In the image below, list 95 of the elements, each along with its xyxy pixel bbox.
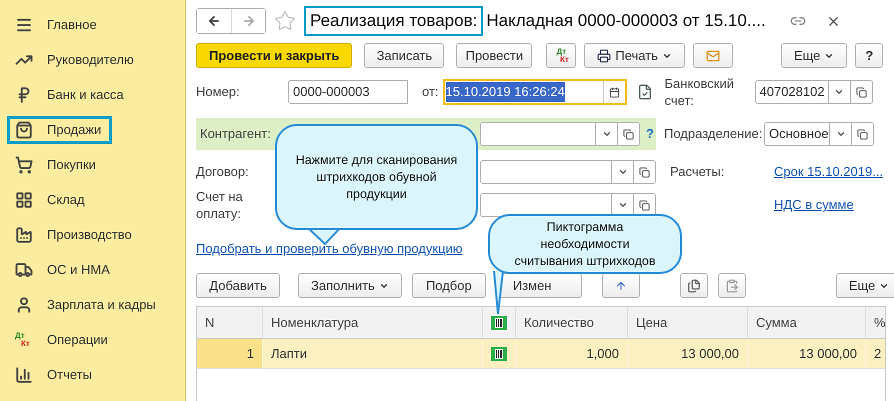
open-icon — [639, 200, 650, 210]
email-button[interactable] — [692, 43, 733, 68]
settlements-link[interactable]: Срок 15.10.2019... — [774, 162, 884, 182]
barcode-icon — [491, 316, 507, 330]
sidebar-item[interactable]: Отчеты — [7, 360, 103, 388]
back-icon — [207, 14, 221, 28]
field-label: Счет на оплату: — [196, 188, 244, 222]
forward-icon — [242, 14, 256, 28]
post-button[interactable]: Провести — [456, 43, 532, 68]
table-cell: Лапти — [263, 339, 483, 368]
copy-button[interactable] — [680, 273, 708, 298]
save-button[interactable]: Записать — [364, 43, 444, 68]
sidebar-item[interactable]: ОС и НМА — [7, 256, 121, 284]
tooltip-text: Нажмите для сканирования штрихкодов обувной продукции — [294, 152, 458, 202]
section-icon — [15, 366, 33, 384]
section-icon — [15, 156, 33, 174]
column-header[interactable]: Цена — [628, 307, 748, 338]
move-up-button[interactable] — [602, 273, 640, 298]
printer-icon — [597, 48, 612, 62]
barcode-icon — [491, 346, 507, 360]
debit-credit-icon: Дт Кт — [15, 332, 33, 348]
bank-account-field[interactable]: 407028102 — [754, 80, 829, 104]
field-label: Подразделение: — [664, 125, 764, 144]
open-button[interactable] — [634, 160, 656, 184]
table-cell: 13 000,00 — [748, 339, 866, 368]
paste-button[interactable] — [718, 273, 746, 298]
help-button[interactable]: ? — [855, 43, 884, 68]
sidebar-item[interactable]: Склад — [7, 186, 96, 214]
table-cell: 1,000 — [516, 339, 628, 368]
print-button[interactable]: Печать — [584, 43, 685, 68]
open-icon — [623, 128, 634, 140]
counterparty-field[interactable] — [480, 122, 596, 146]
tooltip-text: Пиктограмма необходимости считывания штрихкодов — [513, 218, 656, 270]
open-icon — [856, 86, 867, 98]
open-button[interactable] — [852, 122, 874, 146]
post-and-close-button[interactable]: Провести и закрыть — [196, 43, 352, 68]
help-link[interactable]: ? — [646, 124, 654, 144]
caret-icon — [602, 129, 612, 139]
sidebar-item[interactable]: Банк и касса — [7, 80, 135, 108]
table-more-button[interactable]: Еще — [836, 273, 894, 298]
sidebar-item[interactable]: Дт Кт Операции — [7, 326, 119, 354]
section-icon — [15, 296, 33, 314]
sidebar-item[interactable]: Руководителю — [7, 46, 145, 74]
table-row[interactable]: 1 Лапти 1,000 13 000,00 13 000,00 2 — [197, 339, 885, 369]
field-label: Расчеты: — [670, 163, 726, 182]
section-icon — [15, 260, 33, 278]
column-header[interactable]: Сумма — [748, 307, 866, 338]
invoice-field[interactable] — [480, 193, 612, 217]
section-icon — [15, 226, 33, 244]
debit-credit-icon: Дт Кт — [552, 48, 570, 64]
table-cell: 1 — [197, 339, 263, 368]
open-button[interactable] — [850, 80, 873, 104]
field-label: Договор: — [196, 163, 250, 182]
copy-icon — [686, 278, 701, 292]
column-header[interactable]: N — [197, 307, 263, 338]
sidebar-item[interactable]: Зарплата и кадры — [7, 290, 167, 318]
number-field[interactable]: 0000-000003 — [288, 80, 408, 104]
vat-link[interactable]: НДС в сумме — [774, 195, 854, 215]
paste-icon — [724, 278, 739, 292]
favorite-star-icon[interactable] — [274, 10, 296, 32]
window-subtitle: Накладная 0000-000003 от 15.10.... — [486, 10, 766, 32]
debit-credit-button[interactable]: Дт Кт — [546, 43, 576, 68]
field-label: Банковский счет: — [664, 75, 735, 109]
column-header[interactable]: % — [866, 307, 894, 338]
sidebar-item[interactable]: Продажи — [7, 116, 112, 144]
open-button[interactable] — [618, 122, 640, 146]
document-check-icon — [636, 84, 653, 100]
department-field[interactable]: Основное — [764, 122, 830, 146]
shoe-products-link[interactable]: Подобрать и проверить обувную продукцию — [196, 241, 463, 256]
envelope-icon — [706, 48, 720, 62]
section-icon — [15, 120, 33, 138]
contract-field[interactable] — [480, 160, 612, 184]
column-header[interactable]: Номенклатура — [263, 307, 483, 338]
caret-icon — [618, 167, 628, 177]
open-icon — [857, 128, 868, 140]
table-cell: 2 — [866, 339, 894, 368]
field-label: Номер: — [196, 83, 241, 102]
caret-icon — [618, 200, 628, 210]
open-icon — [639, 166, 650, 178]
caret-icon — [834, 87, 844, 97]
pick-button[interactable]: Подбор — [412, 273, 486, 298]
sidebar-item[interactable]: Покупки — [7, 150, 107, 178]
section-icon — [15, 190, 33, 208]
column-header[interactable]: Количество — [516, 307, 628, 338]
add-button[interactable]: Добавить — [196, 273, 280, 298]
sidebar-item[interactable]: Главное — [7, 10, 108, 38]
up-arrow-icon — [614, 280, 627, 292]
caret-icon — [836, 129, 846, 139]
sidebar-item[interactable]: Производство — [7, 220, 143, 248]
more-button[interactable]: Еще — [780, 43, 848, 68]
fill-button[interactable]: Заполнить — [298, 273, 402, 298]
field-label: Контрагент: — [200, 125, 272, 144]
table-cell: 13 000,00 — [628, 339, 748, 368]
window-title: Реализация товаров: — [304, 6, 484, 36]
field-label: от: — [422, 83, 439, 102]
